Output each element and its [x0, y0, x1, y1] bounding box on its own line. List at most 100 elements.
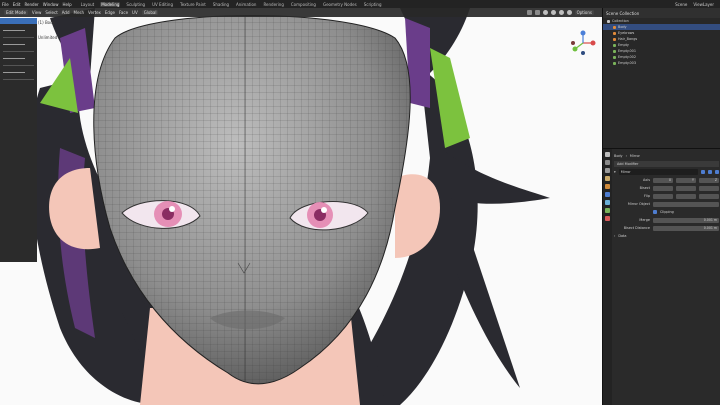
axis-z-toggle[interactable]: Z	[699, 177, 719, 183]
tool-panel-row[interactable]	[3, 65, 34, 66]
scene-tab-icon[interactable]	[605, 176, 610, 181]
tool-panel-row[interactable]	[3, 44, 25, 45]
editmode-toggle-icon[interactable]	[701, 170, 705, 174]
menu-render[interactable]: Render	[24, 2, 38, 7]
mode-selector[interactable]: Edit Mode	[4, 10, 28, 15]
axis-x-toggle[interactable]: X	[653, 177, 673, 183]
merge-field[interactable]: 0.001 m	[653, 217, 719, 223]
outliner-row[interactable]: Empty.003	[603, 60, 720, 66]
navigation-gizmo[interactable]	[570, 30, 596, 56]
flip-z-toggle[interactable]	[699, 193, 719, 199]
viewport-menu-uv[interactable]: UV	[132, 10, 138, 15]
axis-y-toggle[interactable]: Y	[676, 177, 696, 183]
viewport-menu-select[interactable]: Select	[45, 10, 57, 15]
physics-tab-icon[interactable]	[605, 200, 610, 205]
object-tab-icon[interactable]	[605, 184, 610, 189]
modifier-tab-icon[interactable]	[605, 192, 610, 197]
flip-row: Flip	[614, 193, 719, 199]
add-modifier-button[interactable]: Add Modifier	[614, 161, 719, 167]
tool-panel-row[interactable]	[3, 37, 34, 38]
workspace-tab-scripting[interactable]: Scripting	[363, 2, 383, 7]
menu-help[interactable]: Help	[62, 2, 71, 7]
viewport-menu-view[interactable]: View	[32, 10, 42, 15]
add-modifier-label: Add Modifier	[617, 162, 639, 166]
viewport-menu-mesh[interactable]: Mesh	[74, 10, 85, 15]
workspace-tab-animation[interactable]: Animation	[235, 2, 257, 7]
gizmo-neg-x-icon[interactable]	[571, 41, 575, 45]
options-button[interactable]: Options	[574, 10, 594, 15]
viewport-menu-edge[interactable]: Edge	[105, 10, 115, 15]
output-tab-icon[interactable]	[605, 168, 610, 173]
modifier-header: ▾ Mirror	[614, 169, 719, 175]
workspace-tab-texture-paint[interactable]: Texture Paint	[179, 2, 207, 7]
bisect-distance-value: 0.001 m	[703, 226, 717, 230]
properties-panel[interactable]: Body › Mirror Add Modifier ▾ Mirror Axis…	[602, 148, 720, 405]
workspace-tab-uv-editing[interactable]: UV Editing	[151, 2, 174, 7]
bisect-distance-row: Bisect Distance 0.001 m	[614, 225, 719, 231]
workspace-tab-modeling[interactable]: Modeling	[100, 1, 121, 7]
orientation-selector[interactable]: Global	[141, 10, 159, 15]
clipping-checkbox[interactable]	[653, 210, 657, 214]
material-shading-icon[interactable]	[558, 10, 564, 15]
tool-panel-row[interactable]	[3, 51, 34, 52]
flip-x-toggle[interactable]	[653, 193, 673, 199]
bisect-x-toggle[interactable]	[653, 185, 673, 191]
workspace-tab-geometry-nodes[interactable]: Geometry Nodes	[322, 2, 358, 7]
menu-file[interactable]: File	[2, 2, 9, 7]
viewport-scene[interactable]	[0, 8, 602, 405]
scene-field[interactable]: Scene	[675, 2, 687, 7]
scene-selector: Scene ViewLayer	[675, 2, 720, 7]
viewport-menu-vertex[interactable]: Vertex	[88, 10, 101, 15]
tool-panel-row[interactable]	[3, 79, 34, 80]
workspace-tab-rendering[interactable]: Rendering	[262, 2, 284, 7]
axis-row: Axis X Y Z	[614, 177, 719, 183]
bisect-y-toggle[interactable]	[676, 185, 696, 191]
render-toggle-icon[interactable]	[715, 170, 719, 174]
axis-y-label: Y	[692, 178, 694, 182]
menu-window[interactable]: Window	[43, 2, 59, 7]
bisect-distance-field[interactable]: 0.001 m	[653, 225, 719, 231]
3d-viewport[interactable]: Edit Mode View Select Add Mesh Vertex Ed…	[0, 8, 602, 405]
workspace-tab-compositing[interactable]: Compositing	[290, 2, 317, 7]
flip-y-toggle[interactable]	[676, 193, 696, 199]
viewport-menu-face[interactable]: Face	[119, 10, 128, 15]
viewport-menu-add[interactable]: Add	[62, 10, 70, 15]
top-menu-bar: File Edit Render Window Help Layout Modeling S…	[0, 0, 720, 8]
tool-settings-panel[interactable]	[0, 18, 37, 262]
tool-tab-icon[interactable]	[605, 152, 610, 157]
gizmo-neg-z-icon[interactable]	[581, 51, 585, 55]
axis-x-label: X	[668, 178, 671, 182]
gizmo-x-icon[interactable]	[590, 40, 596, 46]
viewport-toggle-icon[interactable]	[708, 170, 712, 174]
mirror-object-field[interactable]	[653, 201, 719, 207]
wireframe-shading-icon[interactable]	[542, 10, 548, 15]
mirror-object-label: Mirror Object	[627, 202, 650, 206]
gizmo-z-icon[interactable]	[580, 30, 586, 36]
xray-icon[interactable]	[534, 10, 540, 15]
tool-panel-row[interactable]	[3, 58, 25, 59]
add-modifier-row: Add Modifier	[614, 161, 719, 167]
modifier-name-field[interactable]: Mirror	[618, 169, 698, 175]
render-tab-icon[interactable]	[605, 160, 610, 165]
workspace-tab-sculpting[interactable]: Sculpting	[125, 2, 146, 7]
outliner-row-label: Eyebrows	[618, 31, 635, 35]
gizmo-y-icon[interactable]	[572, 46, 578, 52]
overlay-icon[interactable]	[526, 10, 532, 15]
rendered-shading-icon[interactable]	[566, 10, 572, 15]
workspace-tab-shading[interactable]: Shading	[212, 2, 230, 7]
material-tab-icon[interactable]	[605, 216, 610, 221]
bisect-label: Bisect	[639, 186, 650, 190]
workspace-tab-layout[interactable]: Layout	[80, 2, 96, 7]
solid-shading-icon[interactable]	[550, 10, 556, 15]
data-subpanel[interactable]: › Data	[614, 233, 719, 239]
viewport-header: Edit Mode View Select Add Mesh Vertex Ed…	[0, 8, 602, 17]
tool-panel-row[interactable]	[3, 72, 25, 73]
view-layer-field[interactable]: ViewLayer	[693, 2, 714, 7]
menu-edit[interactable]: Edit	[13, 2, 21, 7]
data-tab-icon[interactable]	[605, 208, 610, 213]
object-info-label: (1) Body	[38, 20, 56, 25]
bisect-z-toggle[interactable]	[699, 185, 719, 191]
tool-panel-row[interactable]	[3, 30, 25, 31]
breadcrumb-separator-icon: ›	[625, 154, 627, 158]
outliner-panel[interactable]: Scene Collection Collection Body Eyebrows H…	[602, 8, 720, 148]
